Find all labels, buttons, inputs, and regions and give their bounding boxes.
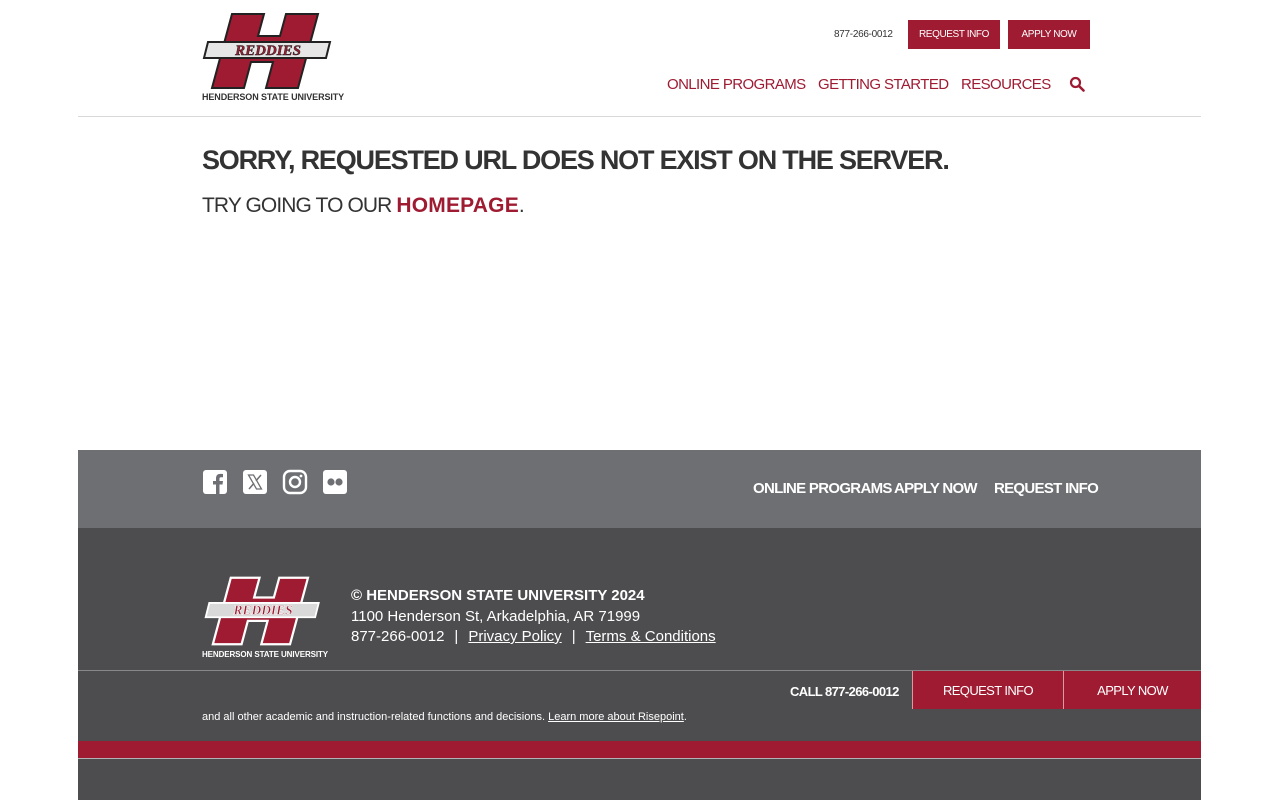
svg-text:REDDIES: REDDIES <box>233 603 293 618</box>
separator: | <box>571 628 576 645</box>
footer-info: REDDIES HENDERSON STATE UNIVERSITY © HEN… <box>78 528 1201 670</box>
footer-request-info[interactable]: REQUEST INFO <box>994 480 1099 497</box>
instagram-icon[interactable] <box>282 469 308 495</box>
nav-getting-started[interactable]: GETTING STARTED <box>818 76 949 93</box>
risepoint-link[interactable]: Learn more about Risepoint <box>548 711 684 723</box>
reddies-logo[interactable]: REDDIES HENDERSON STATE UNIVERSITY <box>202 12 345 104</box>
privacy-policy-link[interactable]: Privacy Policy <box>468 628 561 645</box>
nav-resources[interactable]: RESOURCES <box>961 76 1051 93</box>
error-title: SORRY, REQUESTED URL DOES NOT EXIST ON T… <box>202 145 950 175</box>
error-subtitle-prefix: TRY GOING TO OUR <box>202 194 397 217</box>
search-icon[interactable] <box>1069 76 1085 92</box>
x-twitter-icon[interactable] <box>242 469 268 495</box>
sticky-call-link[interactable]: CALL 877-266-0012 <box>790 684 899 699</box>
footer-contact-line: 877-266-0012 | Privacy Policy | Terms & Cond… <box>351 628 716 645</box>
apply-now-button[interactable]: APPLY NOW <box>1008 20 1090 49</box>
reddies-h-icon: REDDIES <box>202 13 332 89</box>
facebook-icon[interactable] <box>202 469 228 495</box>
error-subtitle-suffix: . <box>518 194 525 217</box>
footer-accent-bar <box>78 741 1201 758</box>
copyright-text: © HENDERSON STATE UNIVERSITY 2024 <box>351 587 645 604</box>
footer-links-bar: ONLINE PROGRAMS APPLY NOW REQUEST INFO <box>78 450 1201 528</box>
svg-text:REDDIES: REDDIES <box>234 43 301 59</box>
footer-bottom <box>78 758 1201 800</box>
footer-reddies-h-icon: REDDIES <box>204 576 320 646</box>
sticky-request-info-button[interactable]: REQUEST INFO <box>912 671 1063 709</box>
disclaimer-body: and all other academic and instruction-r… <box>202 711 549 723</box>
terms-conditions-link[interactable]: Terms & Conditions <box>586 628 716 645</box>
address-text: 1100 Henderson St, Arkadelphia, AR 71999 <box>351 608 641 625</box>
footer-logo-wordmark: HENDERSON STATE UNIVERSITY <box>202 650 329 659</box>
homepage-link[interactable]: HOMEPAGE <box>396 194 519 217</box>
footer-phone[interactable]: 877-266-0012 <box>351 628 444 645</box>
top-phone-link[interactable]: 877-266-0012 <box>834 29 893 40</box>
sticky-apply-now-button[interactable]: APPLY NOW <box>1063 671 1201 709</box>
flickr-icon[interactable] <box>322 469 348 495</box>
error-subtitle: TRY GOING TO OUR HOMEPAGE. <box>202 194 525 218</box>
footer-logo[interactable]: REDDIES HENDERSON STATE UNIVERSITY <box>202 576 329 660</box>
separator: | <box>454 628 459 645</box>
footer-disclaimer-bar: and all other academic and instruction-r… <box>78 670 1201 741</box>
disclaimer-text: and all other academic and instruction-r… <box>202 711 687 723</box>
nav-online-programs[interactable]: ONLINE PROGRAMS <box>667 76 806 93</box>
footer-online-programs[interactable]: ONLINE PROGRAMS <box>753 480 892 497</box>
request-info-button[interactable]: REQUEST INFO <box>908 20 1000 49</box>
disclaimer-end: . <box>683 711 687 723</box>
site-header: REDDIES HENDERSON STATE UNIVERSITY 877-2… <box>78 0 1201 117</box>
logo-wordmark: HENDERSON STATE UNIVERSITY <box>202 92 345 102</box>
footer-apply-now[interactable]: APPLY NOW <box>894 480 978 497</box>
page: REDDIES HENDERSON STATE UNIVERSITY 877-2… <box>78 0 1201 800</box>
